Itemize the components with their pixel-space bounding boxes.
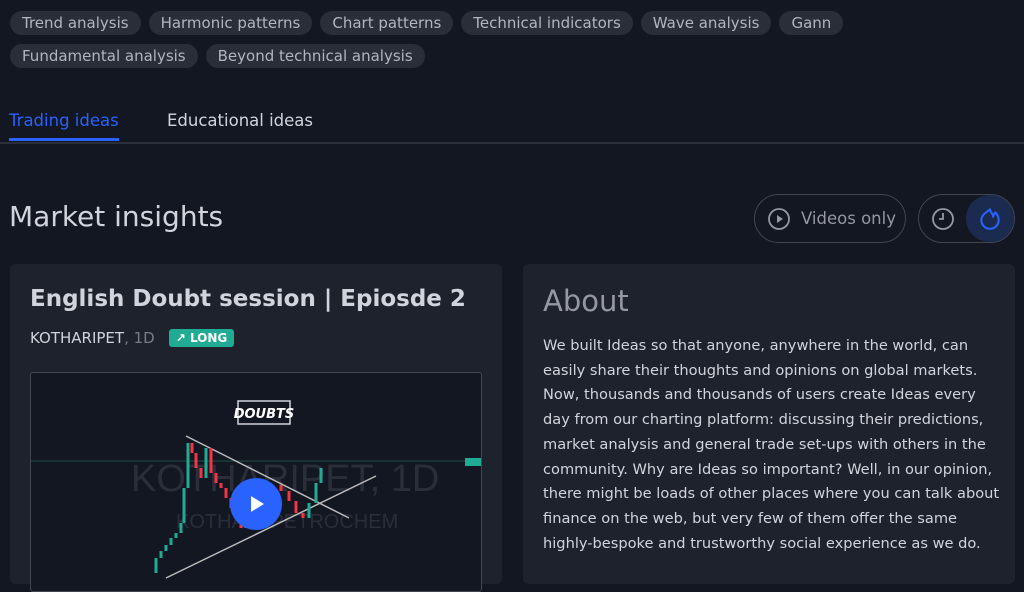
about-panel: About We built Ideas so that anyone, any…: [523, 264, 1015, 584]
section-title: Market insights: [9, 200, 224, 233]
candle: [219, 483, 223, 488]
candle: [179, 523, 183, 533]
candle: [301, 513, 305, 518]
candle: [294, 501, 298, 513]
candle: [209, 448, 213, 473]
candle: [174, 533, 178, 538]
candle: [190, 443, 194, 453]
candle: [314, 483, 318, 503]
long-badge: ↗ LONG: [168, 329, 235, 347]
popular-sort-button[interactable]: [966, 195, 1014, 242]
tag-chart-patterns[interactable]: Chart patterns: [320, 11, 454, 35]
idea-title[interactable]: English Doubt session | Epiosde 2: [30, 286, 466, 312]
candle: [287, 491, 291, 501]
tab-trading-ideas[interactable]: Trading ideas: [9, 111, 119, 141]
tag-technical-indicators[interactable]: Technical indicators: [461, 11, 633, 35]
candle: [204, 448, 208, 478]
candle: [214, 473, 218, 483]
tag-gann[interactable]: Gann: [779, 11, 844, 35]
candle: [164, 545, 168, 551]
watermark-2: KOTHARI PETROCHEM: [176, 511, 398, 533]
candle: [319, 468, 323, 483]
tag-beyond-technical-analysis[interactable]: Beyond technical analysis: [205, 44, 425, 68]
candle: [279, 485, 283, 491]
videos-only-label: Videos only: [801, 209, 896, 228]
idea-interval: , 1D: [124, 329, 155, 347]
idea-chart-thumbnail[interactable]: KOTHARIPET, 1D KOTHARI PETROCHEM DOUBTS: [30, 372, 482, 592]
sort-toggle: [918, 194, 1015, 243]
play-circle-icon: [768, 207, 790, 230]
candle: [169, 538, 173, 545]
tag-trend-analysis[interactable]: Trend analysis: [10, 11, 141, 35]
thumb-label: DOUBTS: [234, 407, 295, 422]
idea-card[interactable]: English Doubt session | Epiosde 2 KOTHAR…: [10, 264, 502, 592]
tag-wave-analysis[interactable]: Wave analysis: [640, 11, 772, 35]
about-title: About: [543, 284, 629, 318]
idea-meta: KOTHARIPET, 1D ↗ LONG: [30, 329, 235, 347]
tab-educational-ideas[interactable]: Educational ideas: [167, 111, 313, 138]
videos-only-button[interactable]: Videos only: [754, 194, 906, 243]
tag-fundamental-analysis[interactable]: Fundamental analysis: [10, 44, 198, 68]
candle: [199, 468, 203, 478]
clock-icon[interactable]: [931, 207, 955, 231]
candle: [307, 503, 311, 518]
arrow-up-right-icon: ↗: [175, 331, 186, 345]
watermark: KOTHARIPET, 1D: [131, 458, 439, 500]
candle: [194, 453, 198, 468]
tag-harmonic-patterns[interactable]: Harmonic patterns: [148, 11, 313, 35]
direction-label: LONG: [189, 331, 228, 345]
candle: [224, 488, 228, 498]
about-text: We built Ideas so that anyone, anywhere …: [543, 337, 1000, 552]
tag-list: Trend analysis Harmonic patterns Chart p…: [10, 11, 910, 68]
idea-symbol[interactable]: KOTHARIPET: [30, 329, 124, 347]
play-icon: [251, 496, 264, 512]
candle: [182, 488, 186, 523]
play-video-button[interactable]: [230, 478, 282, 530]
candle: [186, 443, 190, 488]
candle: [154, 558, 158, 573]
candle: [159, 551, 163, 558]
flame-icon: [980, 207, 1000, 230]
idea-tabs: Trading ideas Educational ideas: [0, 108, 1024, 144]
